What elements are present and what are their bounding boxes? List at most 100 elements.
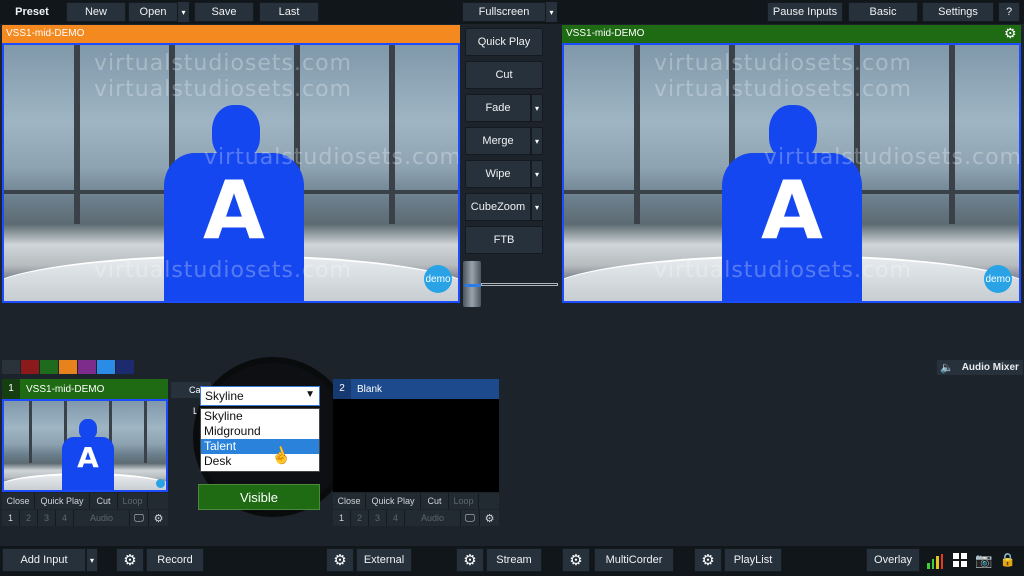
overlay-4-button[interactable]: 4	[56, 510, 74, 526]
quick-play-button[interactable]: Quick Play	[35, 493, 90, 509]
window-frame	[389, 45, 395, 225]
help-button[interactable]: ?	[998, 2, 1020, 22]
output-video[interactable]: A virtualstudiosets.com virtualstudioset…	[562, 43, 1021, 303]
watermark-text: virtualstudiosets.com	[654, 77, 912, 102]
add-input-dropdown-arrow[interactable]: ▾	[86, 548, 98, 572]
overlay-2-button[interactable]: 2	[351, 510, 369, 526]
visible-toggle[interactable]: Visible	[198, 484, 320, 510]
fullscreen-dropdown-arrow[interactable]: ▾	[545, 2, 557, 22]
color-swatch-none[interactable]	[2, 360, 20, 374]
stream-button[interactable]: Stream	[486, 548, 542, 572]
overlay-3-button[interactable]: 3	[369, 510, 387, 526]
cut-button[interactable]: Cut	[90, 493, 118, 509]
cubezoom-button[interactable]: CubeZoom	[465, 193, 531, 221]
new-button[interactable]: New	[66, 2, 126, 22]
color-swatch[interactable]	[78, 360, 96, 374]
add-input-button[interactable]: Add Input	[2, 548, 86, 572]
preview-header: VSS1-mid-DEMO	[2, 25, 460, 43]
watermark-text: virtualstudiosets.com	[94, 77, 352, 102]
gear-icon[interactable]: ⚙	[1004, 25, 1017, 42]
close-button[interactable]: Close	[333, 493, 366, 509]
gear-icon[interactable]: ⚙	[480, 510, 499, 526]
output-header: VSS1-mid-DEMO ⚙	[562, 25, 1021, 43]
record-button[interactable]: Record	[146, 548, 204, 572]
fade-button[interactable]: Fade	[465, 94, 531, 122]
monitor-icon[interactable]: 🖵	[461, 510, 480, 526]
multiview-grid-icon[interactable]	[950, 550, 970, 570]
last-button[interactable]: Last	[259, 2, 319, 22]
monitor-icon[interactable]: 🖵	[130, 510, 149, 526]
option-desk[interactable]: Desk	[201, 454, 319, 469]
ftb-button[interactable]: FTB	[465, 226, 543, 254]
multicorder-button[interactable]: MultiCorder	[594, 548, 674, 572]
watermark-text: virtualstudiosets.com	[204, 145, 460, 170]
cut-button[interactable]: Cut	[421, 493, 449, 509]
wipe-button[interactable]: Wipe	[465, 160, 531, 188]
open-button[interactable]: Open	[128, 2, 178, 22]
watermark-text: virtualstudiosets.com	[94, 258, 352, 283]
input-1-header[interactable]: 1 VSS1-mid-DEMO	[2, 379, 168, 399]
overlay-button[interactable]: Overlay	[866, 548, 920, 572]
save-button[interactable]: Save	[194, 2, 254, 22]
color-swatch[interactable]	[40, 360, 58, 374]
cubezoom-dropdown-arrow[interactable]: ▾	[531, 193, 543, 221]
overlay-2-button[interactable]: 2	[20, 510, 38, 526]
close-button[interactable]: Close	[2, 493, 35, 509]
merge-button[interactable]: Merge	[465, 127, 531, 155]
gear-icon[interactable]: ⚙	[456, 548, 484, 572]
color-swatch[interactable]	[21, 360, 39, 374]
pause-inputs-button[interactable]: Pause Inputs	[767, 2, 843, 22]
fullscreen-button[interactable]: Fullscreen	[462, 2, 546, 22]
gear-icon[interactable]: ⚙	[694, 548, 722, 572]
window-frame	[949, 45, 955, 225]
window-frame	[634, 45, 640, 225]
output-title: VSS1-mid-DEMO	[566, 28, 645, 39]
input-1-controls-row2: 1 2 3 4 Audio 🖵 ⚙	[2, 510, 168, 526]
audio-button[interactable]: Audio	[405, 510, 461, 526]
option-talent[interactable]: Talent	[201, 439, 319, 454]
top-toolbar: Preset New Open ▾ Save Last Fullscreen ▾…	[0, 0, 1024, 24]
lock-icon[interactable]: 🔒	[998, 551, 1018, 569]
watermark-text: virtualstudiosets.com	[764, 145, 1021, 170]
gear-icon[interactable]: ⚙	[326, 548, 354, 572]
overlay-1-button[interactable]: 1	[333, 510, 351, 526]
input-2-header[interactable]: 2 Blank	[333, 379, 499, 399]
audio-button[interactable]: Audio	[74, 510, 130, 526]
overlay-1-button[interactable]: 1	[2, 510, 20, 526]
overlay-4-button[interactable]: 4	[387, 510, 405, 526]
bottom-toolbar: Add Input ▾ ⚙ Record ⚙ External ⚙ Stream…	[0, 546, 1024, 576]
open-dropdown-arrow[interactable]: ▾	[177, 2, 189, 22]
option-midground[interactable]: Midground	[201, 424, 319, 439]
external-button[interactable]: External	[356, 548, 412, 572]
loop-button[interactable]: Loop	[449, 493, 479, 509]
settings-button[interactable]: Settings	[922, 2, 994, 22]
color-swatch[interactable]	[116, 360, 134, 374]
option-skyline[interactable]: Skyline	[201, 409, 319, 424]
input-1-thumbnail[interactable]: A	[2, 399, 168, 492]
overlay-3-button[interactable]: 3	[38, 510, 56, 526]
cut-button[interactable]: Cut	[465, 61, 543, 89]
preview-video[interactable]: A virtualstudiosets.com virtualstudioset…	[2, 43, 460, 303]
camera-select[interactable]: Skyline ▼	[200, 386, 320, 406]
input-2-thumbnail[interactable]	[333, 399, 499, 492]
gear-icon[interactable]: ⚙	[562, 548, 590, 572]
merge-dropdown-arrow[interactable]: ▾	[531, 127, 543, 155]
loop-button[interactable]: Loop	[118, 493, 148, 509]
audio-levels-icon[interactable]	[924, 550, 946, 572]
audio-mixer-label: Audio Mixer	[961, 362, 1019, 373]
watermark-text: virtualstudiosets.com	[654, 51, 912, 76]
quick-play-button[interactable]: Quick Play	[366, 493, 421, 509]
camera-snapshot-icon[interactable]: 📷	[974, 551, 994, 569]
color-swatch[interactable]	[97, 360, 115, 374]
wipe-dropdown-arrow[interactable]: ▾	[531, 160, 543, 188]
t-bar-track[interactable]	[481, 283, 558, 286]
demo-badge: demo	[984, 265, 1012, 293]
gear-icon[interactable]: ⚙	[149, 510, 168, 526]
audio-mixer-button[interactable]: 🔈 Audio Mixer	[937, 360, 1023, 375]
fade-dropdown-arrow[interactable]: ▾	[531, 94, 543, 122]
basic-button[interactable]: Basic	[848, 2, 918, 22]
color-swatch[interactable]	[59, 360, 77, 374]
playlist-button[interactable]: PlayList	[724, 548, 782, 572]
quick-play-button[interactable]: Quick Play	[465, 28, 543, 56]
gear-icon[interactable]: ⚙	[116, 548, 144, 572]
